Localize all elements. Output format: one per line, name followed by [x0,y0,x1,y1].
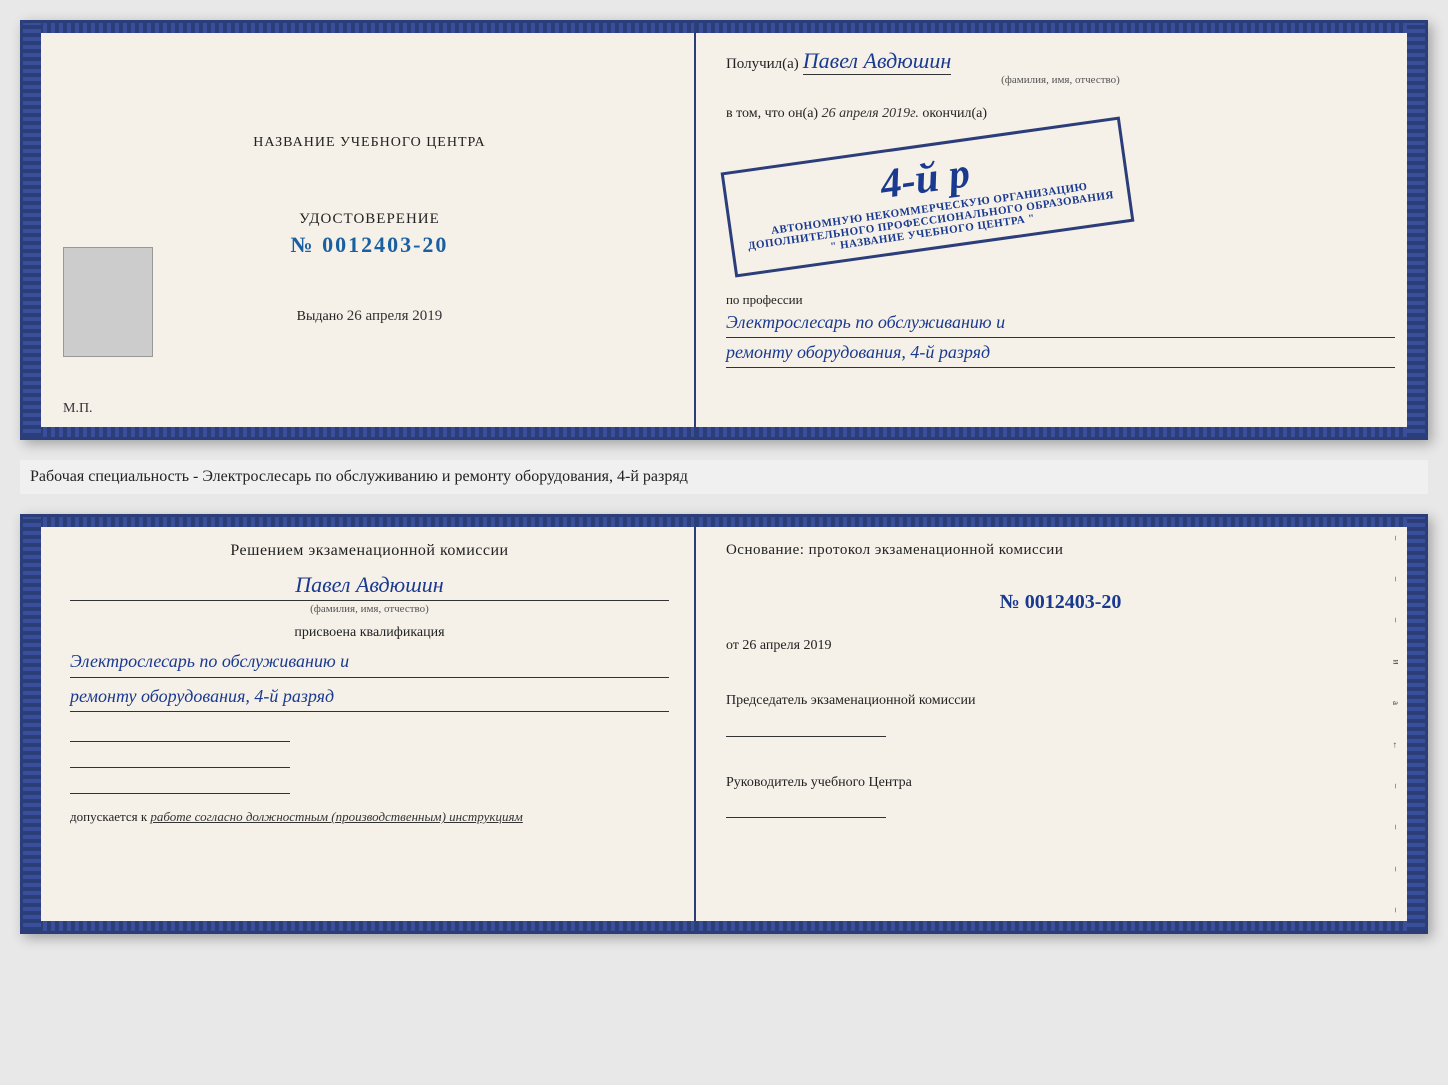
bottom-booklet: Решением экзаменационной комиссии Павел … [20,514,1428,934]
annot-3: – [1391,618,1401,623]
annot-7: – [1391,784,1401,789]
sig-line-3 [70,774,290,794]
bottom-booklet-left: Решением экзаменационной комиссии Павел … [23,517,696,931]
in-that-date: 26 апреля 2019г. [822,106,919,121]
profession-line1: Электрослесарь по обслуживанию и [726,308,1395,338]
signature-lines [70,722,669,794]
commission-title: Решением экзаменационной комиссии [70,542,669,560]
left-inner: НАЗВАНИЕ УЧЕБНОГО ЦЕНТРА УДОСТОВЕРЕНИЕ №… [48,53,669,407]
chairman-label: Председатель экзаменационной комиссии [726,691,1395,711]
document-container: НАЗВАНИЕ УЧЕБНОГО ЦЕНТРА УДОСТОВЕРЕНИЕ №… [20,20,1428,934]
annot-5: а [1391,701,1401,705]
qualification-line1: Электрослесарь по обслуживанию и [70,646,669,678]
bottom-person-name: Павел Авдюшин [70,572,669,601]
annot-4: и [1391,659,1401,664]
cert-label: УДОСТОВЕРЕНИЕ [291,211,449,228]
chairman-sig-line [726,717,886,737]
chairman-section: Председатель экзаменационной комиссии [726,691,1395,751]
stamp-overlay: 4-й р АВТОНОМНУЮ НЕКОММЕРЧЕСКУЮ ОРГАНИЗА… [721,116,1135,277]
annot-1: – [1391,535,1401,540]
annot-2: – [1391,577,1401,582]
bottom-spine-right [1407,517,1425,931]
director-label: Руководитель учебного Центра [726,773,1395,793]
right-annotations: – – – и а ← – – – – [1389,517,1403,931]
basis-title: Основание: протокол экзаменационной коми… [726,542,1395,559]
from-date: от 26 апреля 2019 [726,638,1395,654]
annot-8: – [1391,825,1401,830]
profession-block: по профессии Электрослесарь по обслужива… [726,282,1395,368]
bottom-left-inner: Решением экзаменационной комиссии Павел … [48,542,669,825]
director-section: Руководитель учебного Центра [726,773,1395,833]
cert-number: № 0012403-20 [291,232,449,257]
received-name: Павел Авдюшин [803,48,951,75]
profession-label: по профессии [726,292,1395,308]
sig-line-2 [70,748,290,768]
bottom-name-subtitle: (фамилия, имя, отчество) [70,603,669,615]
annot-9: – [1391,867,1401,872]
top-booklet-left-page: НАЗВАНИЕ УЧЕБНОГО ЦЕНТРА УДОСТОВЕРЕНИЕ №… [23,23,696,437]
qualification-line2: ремонту оборудования, 4-й разряд [70,681,669,713]
received-prefix: Получил(а) [726,56,799,72]
in-that-block: в том, что он(а) 26 апреля 2019г. окончи… [726,106,1395,122]
director-sig-line [726,798,886,818]
allowed-text-block: допускается к работе согласно должностны… [70,809,669,825]
issued-line: Выдано 26 апреля 2019 [297,308,443,325]
top-booklet-right-page: Получил(а) Павел Авдюшин (фамилия, имя, … [696,23,1425,437]
protocol-number: № 0012403-20 [726,591,1395,614]
name-subtitle: (фамилия, имя, отчество) [726,74,1395,86]
training-center-title: НАЗВАНИЕ УЧЕБНОГО ЦЕНТРА [253,135,485,151]
assigned-text: присвоена квалификация [70,625,669,641]
photo-placeholder [63,247,153,357]
profession-line2: ремонту оборудования, 4-й разряд [726,338,1395,368]
allowed-handwritten: работе согласно должностным (производств… [150,809,522,824]
annot-10: – [1391,908,1401,913]
mp-label: М.П. [63,401,93,417]
sig-line-1 [70,722,290,742]
top-booklet: НАЗВАНИЕ УЧЕБНОГО ЦЕНТРА УДОСТОВЕРЕНИЕ №… [20,20,1428,440]
bottom-person-name-block: Павел Авдюшин (фамилия, имя, отчество) [70,572,669,615]
spine-right-decoration [1407,23,1425,437]
annot-6: ← [1391,740,1401,749]
certificate-number-block: УДОСТОВЕРЕНИЕ № 0012403-20 [291,211,449,258]
received-block: Получил(а) Павел Авдюшин (фамилия, имя, … [726,48,1395,86]
separator-text: Рабочая специальность - Электрослесарь п… [20,460,1428,494]
stamp-block: 4-й р АВТОНОМНУЮ НЕКОММЕРЧЕСКУЮ ОРГАНИЗА… [726,139,1395,255]
bottom-booklet-right: Основание: протокол экзаменационной коми… [696,517,1425,931]
